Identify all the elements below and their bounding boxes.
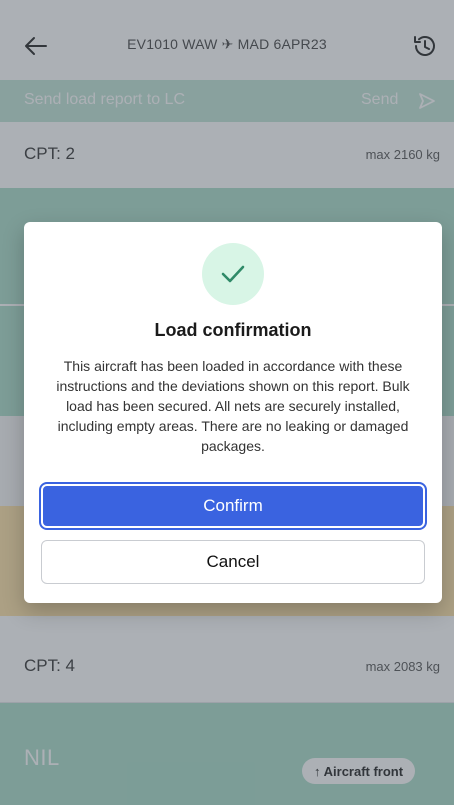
dialog-body: This aircraft has been loaded in accorda… bbox=[56, 358, 410, 454]
confirm-button[interactable]: Confirm bbox=[41, 484, 425, 528]
load-plan-screen: EV1010 WAW ✈ MAD 6APR23 Send load report… bbox=[0, 0, 454, 805]
dialog-title: Load confirmation bbox=[154, 320, 312, 340]
cancel-button[interactable]: Cancel bbox=[41, 540, 425, 584]
load-confirmation-dialog: Load confirmation This aircraft has been… bbox=[24, 222, 442, 603]
check-icon bbox=[202, 243, 264, 305]
